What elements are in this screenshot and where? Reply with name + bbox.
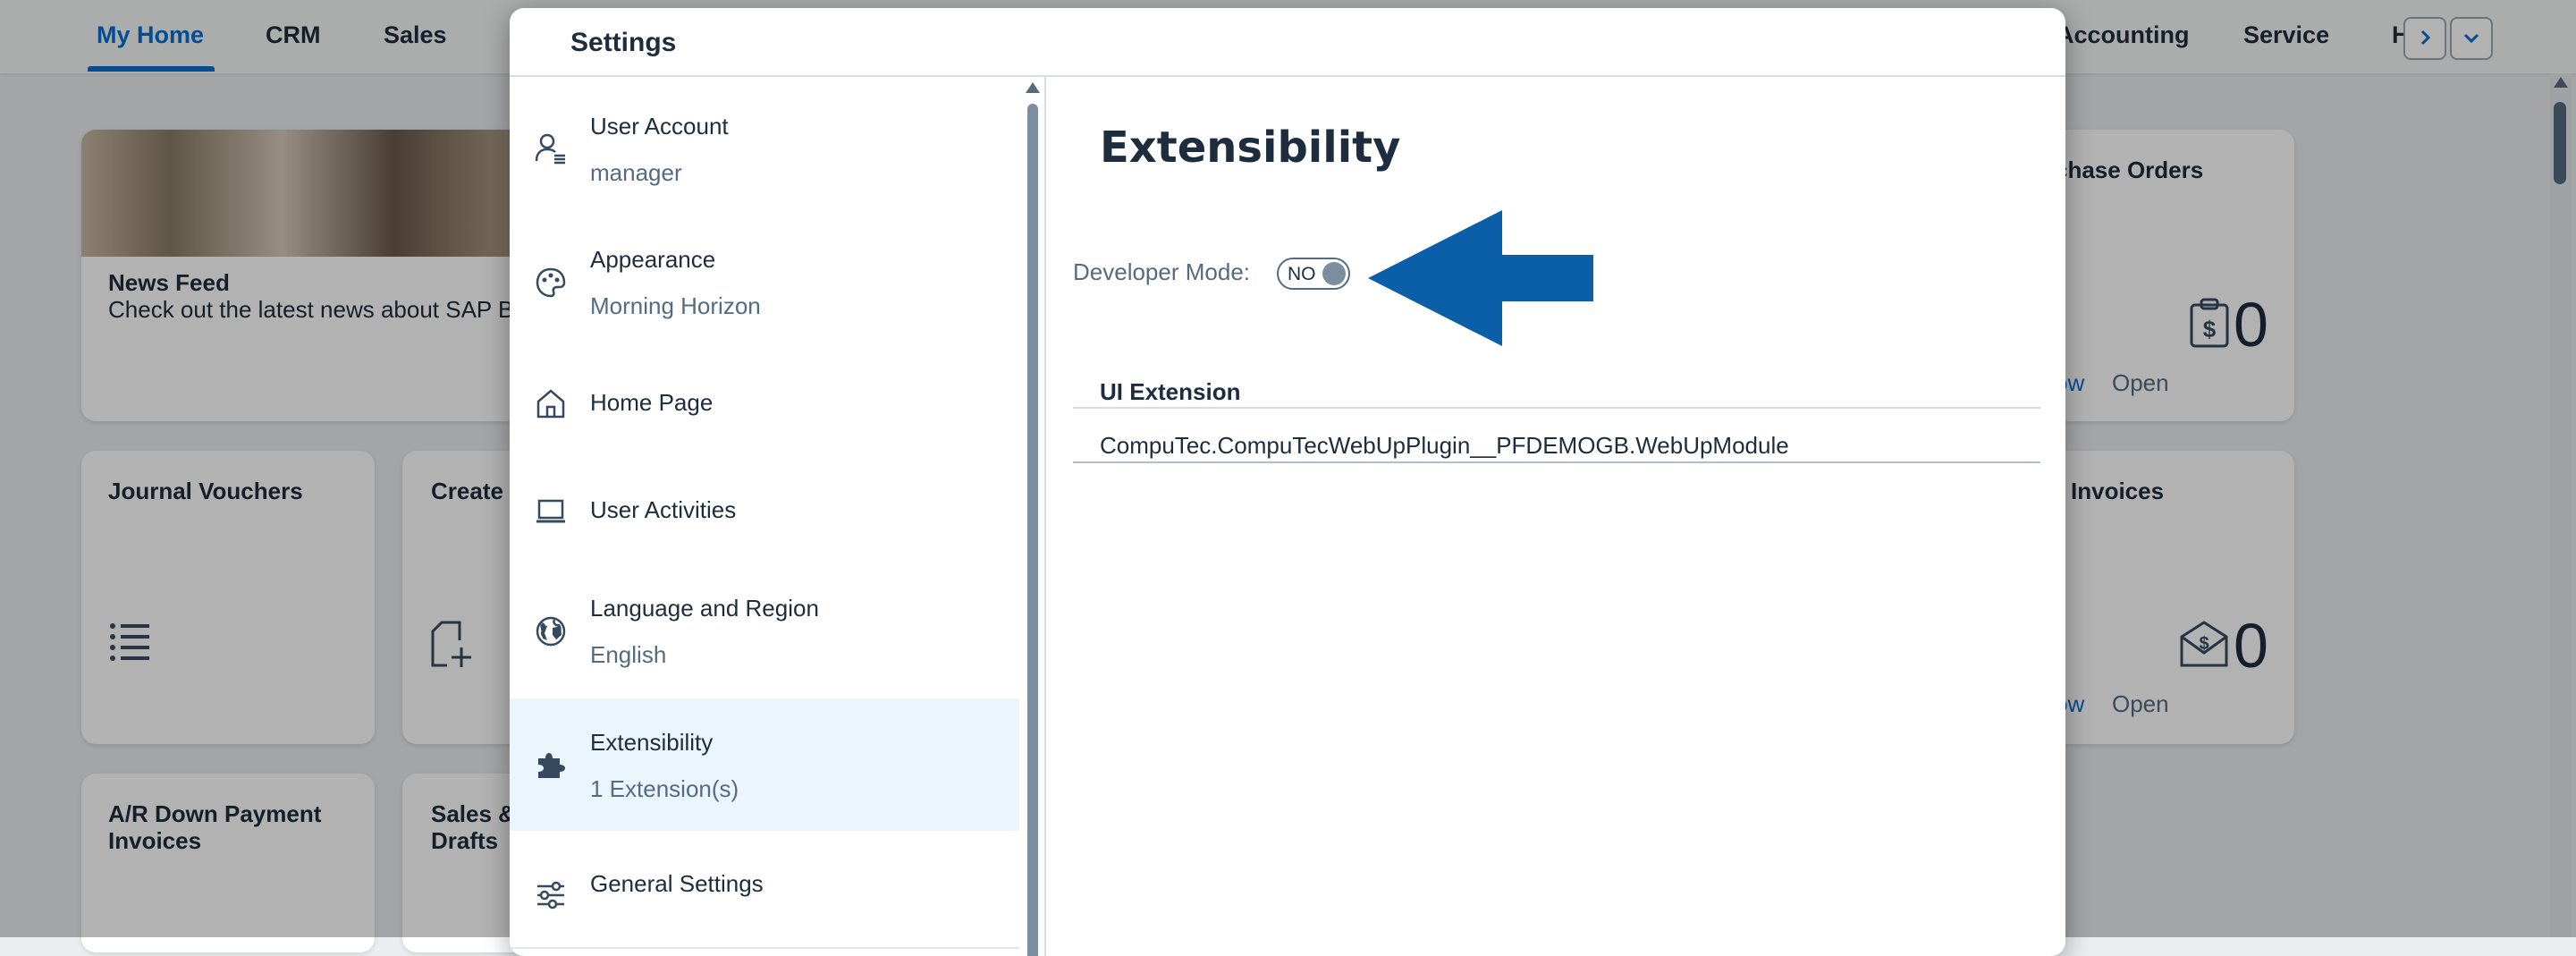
scrollbar-thumb[interactable] [1027,104,1038,956]
settings-nav-list: User Account manager Appearance Morning … [510,77,1019,956]
scroll-up-arrow[interactable] [1026,82,1040,93]
nav-item-appearance[interactable]: Appearance Morning Horizon [510,216,1019,351]
globe-icon [536,616,566,647]
pane-divider [1044,77,1046,956]
nav-item-title: Language and Region [590,595,819,622]
nav-item-desc: Morning Horizon [590,292,761,319]
developer-mode-label: Developer Mode: [1073,258,1250,285]
nav-item-general-settings[interactable]: General Settings [510,831,1019,949]
nav-item-user-account[interactable]: User Account manager [510,77,1019,217]
switch-knob [1322,262,1346,285]
dialog-title: Settings [570,28,677,57]
pointer-arrow-annotation [1368,210,1593,346]
nav-item-home-page[interactable]: Home Page [510,350,1019,459]
nav-item-title: General Settings [590,870,764,897]
nav-item-title: Home Page [590,389,714,416]
settings-dialog: Settings User Account manager Appearance… [510,8,2065,956]
puzzle-icon [538,753,565,778]
nav-item-title: User Activities [590,496,737,523]
laptop-icon [536,499,565,523]
nav-item-desc: manager [590,159,682,186]
developer-mode-switch[interactable]: NO [1277,258,1350,290]
nav-item-title: User Account [590,113,729,140]
nav-item-desc: English [590,641,667,668]
table-row[interactable]: CompuTec.CompuTecWebUpPlugin__PFDEMOGB.W… [1100,432,1789,460]
user-settings-icon [535,133,565,165]
home-icon [536,389,565,419]
nav-item-desc: 1 Extension(s) [590,775,739,802]
sliders-icon [537,881,564,909]
nav-scrollbar[interactable] [1025,77,1041,956]
nav-item-language-region[interactable]: Language and Region English [510,564,1019,700]
table-divider [1073,461,2040,463]
table-divider [1073,407,2040,409]
nav-item-title: Extensibility [590,729,714,756]
nav-item-title: Appearance [590,246,716,273]
palette-icon [536,267,566,298]
switch-state-text: NO [1288,264,1316,284]
table-header-ui-extension: UI Extension [1100,378,1241,405]
nav-item-user-activities[interactable]: User Activities [510,457,1019,566]
dialog-header: Settings [510,8,2065,77]
content-title: Extensibility [1100,123,1401,173]
nav-item-extensibility[interactable]: Extensibility 1 Extension(s) [510,698,1019,833]
